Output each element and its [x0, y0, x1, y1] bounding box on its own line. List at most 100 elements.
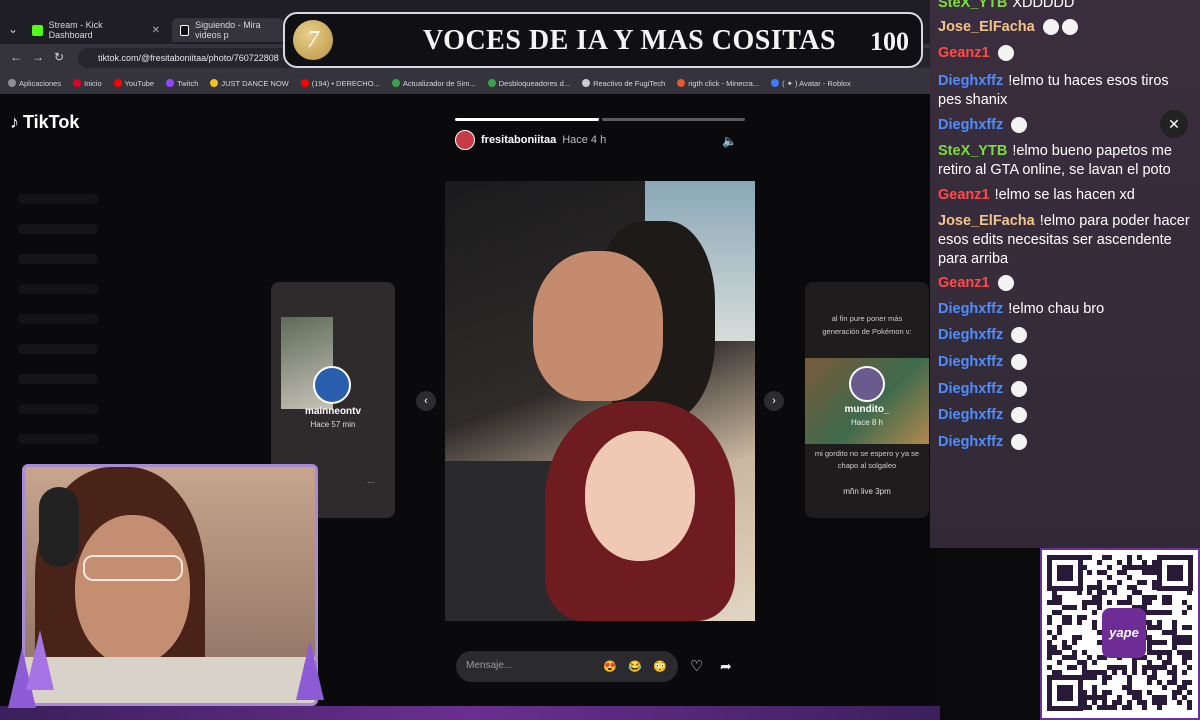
- bookmark-icon: [391, 79, 400, 87]
- sidebar-item[interactable]: [18, 254, 98, 264]
- sidebar-item[interactable]: [18, 224, 98, 234]
- qr-module: [1142, 600, 1147, 605]
- sidebar-item[interactable]: [18, 434, 98, 444]
- sidebar-item[interactable]: [18, 404, 98, 414]
- emoji-laugh-icon[interactable]: 😂: [627, 659, 643, 675]
- qr-module: [1107, 575, 1112, 580]
- next-story-card[interactable]: al fin pure poner más generación de Poké…: [805, 282, 929, 518]
- tab-tiktok[interactable]: Siguiendo - Mira videos p: [172, 18, 284, 42]
- chat-username[interactable]: Dieghxffz: [938, 434, 1003, 450]
- bookmark-item[interactable]: JUST DANCE NOW: [210, 79, 289, 88]
- qr-module: [1072, 605, 1077, 610]
- qr-module: [1112, 705, 1117, 710]
- bookmark-label: YouTube: [124, 78, 155, 88]
- qr-module: [1157, 640, 1162, 645]
- qr-module: [1157, 655, 1162, 660]
- qr-module: [1147, 675, 1152, 680]
- chat-message: Dieghxffz: [938, 326, 1196, 345]
- chat-username[interactable]: Jose_ElFacha: [938, 19, 1035, 35]
- chat-username[interactable]: SteX_YTB: [938, 143, 1007, 159]
- bookmark-label: Aplicaciones: [19, 78, 62, 88]
- tab-list-icon[interactable]: ⌄: [8, 22, 18, 36]
- volume-icon[interactable]: 🔈: [722, 134, 737, 148]
- qr-module: [1052, 610, 1057, 615]
- bookmark-item[interactable]: (194) • DERECHO...: [300, 78, 380, 88]
- qr-module: [1182, 640, 1187, 645]
- qr-module: [1112, 665, 1117, 670]
- chat-username[interactable]: Dieghxffz: [938, 407, 1003, 423]
- back-icon[interactable]: ←: [10, 50, 22, 64]
- bookmark-label: Desbloqueadores d...: [498, 78, 571, 88]
- bookmark-item[interactable]: Reactivo de FugiTech: [582, 79, 665, 88]
- chat-username[interactable]: SteX_YTB: [938, 0, 1007, 11]
- sidebar-item[interactable]: [18, 344, 98, 354]
- message-input[interactable]: Mensaje...: [456, 651, 678, 682]
- avatar[interactable]: [455, 130, 475, 150]
- chat-username[interactable]: Dieghxffz: [938, 354, 1003, 370]
- close-icon[interactable]: ✕: [1160, 110, 1188, 138]
- previous-button[interactable]: ‹: [416, 391, 436, 411]
- emoji-surprised-icon[interactable]: 😳: [652, 659, 668, 675]
- author-name[interactable]: fresitaboniitaa: [481, 134, 556, 146]
- qr-module: [1157, 695, 1162, 700]
- qr-module: [1162, 650, 1167, 655]
- forward-icon[interactable]: →: [32, 50, 44, 64]
- qr-module: [1082, 660, 1087, 665]
- qr-module: [1092, 610, 1097, 615]
- chat-username[interactable]: Dieghxffz: [938, 381, 1003, 397]
- chat-text: !elmo se las hacen xd: [994, 187, 1135, 203]
- chat-username[interactable]: Dieghxffz: [938, 327, 1003, 343]
- more-icon[interactable]: ...: [367, 475, 375, 485]
- qr-module: [1132, 695, 1137, 700]
- qr-module: [1087, 675, 1092, 680]
- qr-module: [1062, 615, 1067, 620]
- chat-username[interactable]: Geanz1: [938, 45, 990, 61]
- sidebar-item[interactable]: [18, 314, 98, 324]
- qr-module: [1152, 625, 1157, 630]
- qr-module: [1127, 575, 1132, 580]
- story-username: mundito_: [844, 404, 890, 415]
- share-icon[interactable]: ➦: [720, 658, 732, 675]
- qr-module: [1062, 655, 1067, 660]
- qr-module: [1047, 650, 1052, 655]
- streamer-shirt: [25, 657, 315, 703]
- qr-module: [1087, 670, 1092, 675]
- tiktok-logo[interactable]: ♪ TikTok: [10, 112, 79, 133]
- bookmark-item[interactable]: Aplicaciones: [8, 79, 61, 88]
- sidebar-item[interactable]: [18, 374, 98, 384]
- qr-module: [1182, 695, 1187, 700]
- bookmark-item[interactable]: Inicio: [73, 79, 102, 88]
- next-button[interactable]: ›: [764, 391, 784, 411]
- sidebar-item[interactable]: [18, 284, 98, 294]
- bookmark-item[interactable]: Twitch: [166, 79, 198, 88]
- qr-module: [1087, 555, 1092, 560]
- post-author[interactable]: fresitaboniitaa Hace 4 h: [455, 130, 606, 150]
- chat-username[interactable]: Dieghxffz: [938, 73, 1003, 89]
- sidebar-item[interactable]: [18, 194, 98, 204]
- chat-username[interactable]: Dieghxffz: [938, 301, 1003, 317]
- kick-icon: [32, 24, 43, 36]
- bookmark-item[interactable]: YouTube: [113, 78, 155, 88]
- qr-module: [1152, 695, 1157, 700]
- bookmark-item[interactable]: ( ✦ ) Avatar - Roblox: [771, 79, 851, 88]
- bookmark-item[interactable]: Actualizador de Sim...: [391, 79, 476, 88]
- chat-username[interactable]: Geanz1: [938, 187, 990, 203]
- qr-module: [1147, 660, 1152, 665]
- qr-module: [1142, 570, 1147, 575]
- bookmark-label: (194) • DERECHO...: [311, 78, 380, 88]
- chat-username[interactable]: Geanz1: [938, 275, 990, 291]
- chat-username[interactable]: Dieghxffz: [938, 117, 1003, 133]
- emote-icon: [1011, 407, 1028, 424]
- post-time: Hace 4 h: [562, 134, 607, 146]
- chat-username[interactable]: Jose_ElFacha: [938, 213, 1035, 229]
- bookmark-item[interactable]: Desbloqueadores d...: [487, 78, 571, 88]
- heart-icon[interactable]: ♡: [690, 657, 703, 675]
- bookmark-icon: [677, 79, 686, 87]
- qr-module: [1082, 670, 1087, 675]
- tab-kick-dashboard[interactable]: Stream - Kick Dashboard ✕: [24, 18, 168, 42]
- bookmark-item[interactable]: rigth click - Minecra...: [677, 79, 759, 88]
- reload-icon[interactable]: ↻: [54, 50, 64, 64]
- emoji-heart-eyes-icon[interactable]: 😍: [602, 659, 618, 675]
- close-icon[interactable]: ✕: [152, 25, 160, 36]
- qr-module: [1182, 655, 1187, 660]
